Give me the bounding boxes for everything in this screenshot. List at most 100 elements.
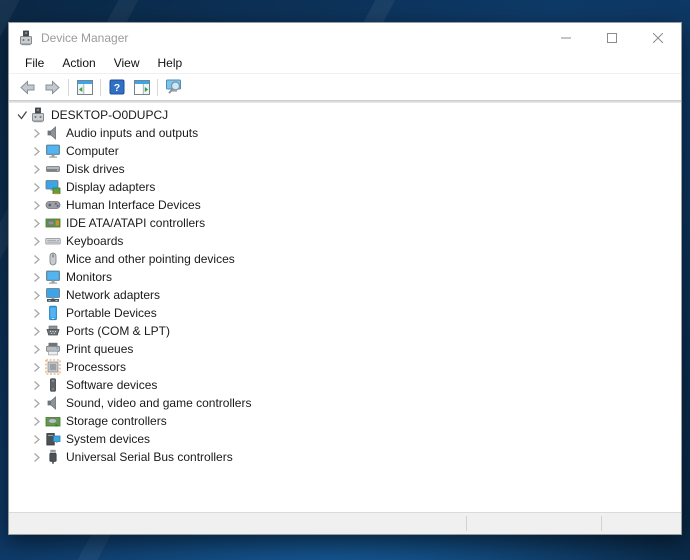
controller-chip-icon <box>45 215 61 231</box>
tree-item[interactable]: Human Interface Devices <box>9 196 681 214</box>
device-manager-window: Device Manager File Action View Help ? D… <box>8 22 682 535</box>
statusbar <box>9 512 681 534</box>
tree-item-label: System devices <box>66 430 150 448</box>
chevron-collapsed-icon[interactable] <box>30 199 43 212</box>
chevron-collapsed-icon[interactable] <box>30 415 43 428</box>
tree-item-label: Computer <box>66 142 119 160</box>
menu-help[interactable]: Help <box>149 53 192 73</box>
tree-item-label: Portable Devices <box>66 304 157 322</box>
tree-item-label: Sound, video and game controllers <box>66 394 251 412</box>
show-hide-console-tree-button[interactable] <box>72 76 97 98</box>
chevron-collapsed-icon[interactable] <box>30 343 43 356</box>
tree-item[interactable]: Processors <box>9 358 681 376</box>
help-icon: ? <box>109 79 125 95</box>
chevron-collapsed-icon[interactable] <box>30 145 43 158</box>
chevron-collapsed-icon[interactable] <box>30 253 43 266</box>
back-button[interactable] <box>15 76 40 98</box>
device-manager-icon <box>18 30 34 46</box>
tree-item-label: Processors <box>66 358 126 376</box>
chevron-collapsed-icon[interactable] <box>30 361 43 374</box>
tree-item[interactable]: Network adapters <box>9 286 681 304</box>
action-pane-icon <box>134 80 150 95</box>
tree-item[interactable]: Mice and other pointing devices <box>9 250 681 268</box>
tree-item[interactable]: Sound, video and game controllers <box>9 394 681 412</box>
tree-item[interactable]: Disk drives <box>9 160 681 178</box>
chevron-collapsed-icon[interactable] <box>30 325 43 338</box>
tree-root-item[interactable]: DESKTOP-O0DUPCJ <box>9 106 681 124</box>
menu-file[interactable]: File <box>16 53 53 73</box>
tree-item[interactable]: Computer <box>9 142 681 160</box>
menu-action[interactable]: Action <box>53 53 104 73</box>
chevron-expanded-icon[interactable] <box>15 109 28 122</box>
scan-for-hardware-changes-button[interactable] <box>161 76 186 98</box>
maximize-button[interactable] <box>589 23 635 53</box>
toolbar-separator <box>157 79 158 96</box>
chevron-collapsed-icon[interactable] <box>30 379 43 392</box>
forward-button[interactable] <box>40 76 65 98</box>
minimize-button[interactable] <box>543 23 589 53</box>
chevron-collapsed-icon[interactable] <box>30 235 43 248</box>
tree-item[interactable]: Universal Serial Bus controllers <box>9 448 681 466</box>
chevron-collapsed-icon[interactable] <box>30 181 43 194</box>
svg-text:?: ? <box>113 82 119 94</box>
tree-item-label: Monitors <box>66 268 112 286</box>
close-button[interactable] <box>635 23 681 53</box>
tree-item-label: Network adapters <box>66 286 160 304</box>
tree-item-label: Keyboards <box>66 232 123 250</box>
display-adapter-icon <box>45 179 61 195</box>
network-adapter-icon <box>45 287 61 303</box>
menu-view[interactable]: View <box>105 53 149 73</box>
monitor-icon <box>45 143 61 159</box>
toolbar: ? <box>9 74 681 100</box>
tree-item[interactable]: Keyboards <box>9 232 681 250</box>
system-device-icon <box>45 431 61 447</box>
desktop: { "window": { "title": "Device Manager",… <box>0 0 690 560</box>
tree-item[interactable]: Audio inputs and outputs <box>9 124 681 142</box>
tree-item-label: Ports (COM & LPT) <box>66 322 170 340</box>
tree-item[interactable]: System devices <box>9 430 681 448</box>
show-hide-action-pane-button[interactable] <box>129 76 154 98</box>
console-tree-icon <box>77 80 93 95</box>
tree-item-label: Print queues <box>66 340 133 358</box>
chevron-collapsed-icon[interactable] <box>30 163 43 176</box>
tree-item-label: Display adapters <box>66 178 155 196</box>
speaker-icon <box>45 125 61 141</box>
tree-item[interactable]: Portable Devices <box>9 304 681 322</box>
tree-item[interactable]: Ports (COM & LPT) <box>9 322 681 340</box>
chevron-collapsed-icon[interactable] <box>30 127 43 140</box>
speaker-icon <box>45 395 61 411</box>
serial-port-icon <box>45 323 61 339</box>
usb-icon <box>45 449 61 465</box>
hard-disk-icon <box>45 161 61 177</box>
tree-item-label: Human Interface Devices <box>66 196 201 214</box>
toolbar-separator <box>68 79 69 96</box>
window-title: Device Manager <box>41 31 128 45</box>
tree-item[interactable]: Software devices <box>9 376 681 394</box>
tree-item[interactable]: IDE ATA/ATAPI controllers <box>9 214 681 232</box>
tree-item[interactable]: Storage controllers <box>9 412 681 430</box>
help-button[interactable]: ? <box>104 76 129 98</box>
chevron-collapsed-icon[interactable] <box>30 451 43 464</box>
back-arrow-icon <box>19 80 36 95</box>
tree-item[interactable]: Print queues <box>9 340 681 358</box>
tree-item-label: Disk drives <box>66 160 125 178</box>
tree-item[interactable]: Display adapters <box>9 178 681 196</box>
tree-item-label: Audio inputs and outputs <box>66 124 198 142</box>
device-tree: DESKTOP-O0DUPCJAudio inputs and outputsC… <box>9 103 681 512</box>
tree-item-label: Software devices <box>66 376 157 394</box>
chevron-collapsed-icon[interactable] <box>30 433 43 446</box>
statusbar-section <box>467 513 601 534</box>
titlebar[interactable]: Device Manager <box>9 23 681 53</box>
chevron-collapsed-icon[interactable] <box>30 217 43 230</box>
caption-buttons <box>543 23 681 53</box>
processor-icon <box>45 359 61 375</box>
tree-item[interactable]: Monitors <box>9 268 681 286</box>
chevron-collapsed-icon[interactable] <box>30 307 43 320</box>
statusbar-section <box>9 513 466 534</box>
menubar: File Action View Help <box>9 53 681 74</box>
chevron-collapsed-icon[interactable] <box>30 271 43 284</box>
chevron-collapsed-icon[interactable] <box>30 397 43 410</box>
chevron-collapsed-icon[interactable] <box>30 289 43 302</box>
scan-hardware-icon <box>165 79 183 95</box>
tree-item-label: Universal Serial Bus controllers <box>66 448 233 466</box>
